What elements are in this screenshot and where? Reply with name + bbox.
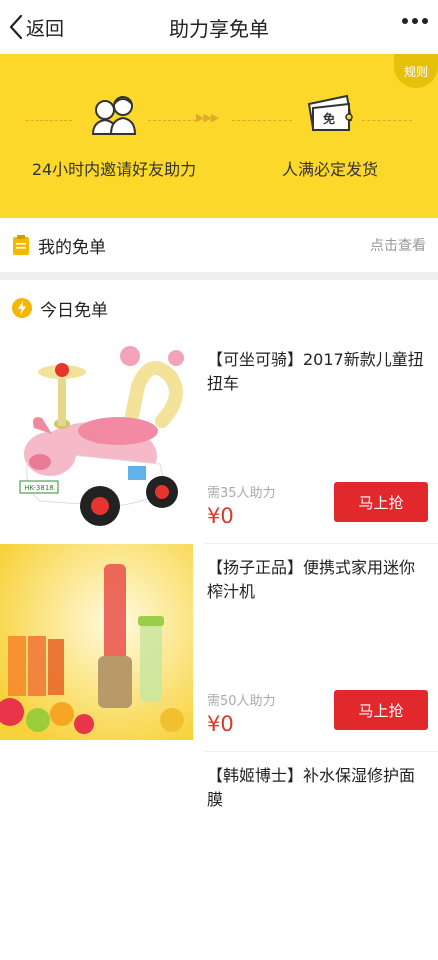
feature-ship-text: 人满必定发货 <box>281 160 378 179</box>
my-free-label: 我的免单 <box>38 237 106 258</box>
product-image-ride-on-car[interactable]: HK-3818 <box>0 336 193 532</box>
clipboard-icon <box>13 235 29 255</box>
friends-icon <box>91 96 137 135</box>
back-label: 返回 <box>26 17 65 40</box>
product-need: 需50人助力 <box>207 694 276 709</box>
product-image-juicer[interactable] <box>0 544 193 740</box>
nav-bar: 返回 助力享免单 <box>0 0 438 54</box>
product-name[interactable]: 【韩姬博士】补水保湿修护面膜 <box>207 764 429 812</box>
page-title: 助力享免单 <box>169 16 269 41</box>
buy-now-button[interactable]: 马上抢 <box>334 690 428 730</box>
feature-invite-text: 24小时内邀请好友助力 <box>31 160 197 179</box>
product-need: 需35人助力 <box>207 486 276 501</box>
feature-banner: 规则 ▶▶▶ 24小时内邀请好友助力 免 人满必定发货 <box>0 54 438 218</box>
product-card[interactable]: 【扬子正品】便携式家用迷你榨汁机 需50人助力 ¥0 马上抢 <box>0 544 438 752</box>
product-card[interactable]: 【韩姬博士】补水保湿修护面膜 <box>0 752 438 960</box>
product-price: ¥0 <box>207 712 234 736</box>
product-card[interactable]: HK-3818 【可坐可骑】2017新款儿童扭扭车 需35人助力 ¥0 马上抢 <box>0 336 438 544</box>
back-button[interactable]: 返回 <box>8 0 64 54</box>
product-price: ¥0 <box>207 504 234 528</box>
today-label: 今日免单 <box>40 300 108 321</box>
feature-invite: 24小时内邀请好友助力 <box>14 90 214 180</box>
plate-text: HK-3818 <box>24 484 53 492</box>
my-free-row[interactable]: 我的免单 点击查看 <box>0 218 438 280</box>
rules-button[interactable]: 规则 <box>394 54 438 88</box>
buy-now-button[interactable]: 马上抢 <box>334 482 428 522</box>
product-name[interactable]: 【可坐可骑】2017新款儿童扭扭车 <box>207 348 429 396</box>
product-name[interactable]: 【扬子正品】便携式家用迷你榨汁机 <box>207 556 429 604</box>
feature-ship: 免 人满必定发货 <box>230 90 430 180</box>
view-link[interactable]: 点击查看 <box>370 235 426 255</box>
coupon-text: 免 <box>323 111 335 126</box>
today-header: 今日免单 <box>0 280 438 336</box>
chevron-left-icon <box>9 14 23 40</box>
lightning-icon <box>12 298 32 318</box>
more-menu-icon[interactable] <box>402 18 428 24</box>
coupon-icon: 免 <box>307 94 353 131</box>
